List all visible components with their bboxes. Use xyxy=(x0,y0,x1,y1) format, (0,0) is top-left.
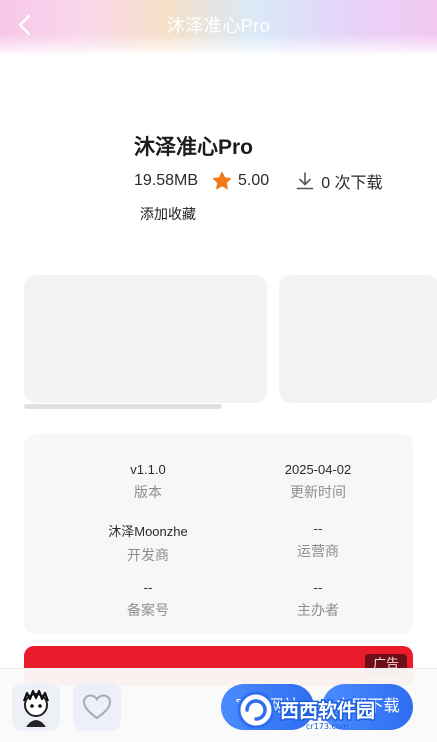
sponsor-value: -- xyxy=(313,580,323,595)
filing-cell: -- 备案号 xyxy=(68,580,228,620)
operator-cell: -- 运营商 xyxy=(238,521,398,561)
developer-value: 沐泽Moonzhe xyxy=(108,524,188,539)
app-thumbnail-icon xyxy=(22,689,50,727)
updated-label: 更新时间 xyxy=(290,484,346,500)
official-website-button[interactable]: 官方网站 xyxy=(221,684,314,730)
page-title: 沐泽准心Pro xyxy=(166,16,271,36)
version-label: 版本 xyxy=(134,484,162,500)
add-favorite-link[interactable]: 添加收藏 xyxy=(140,204,196,224)
bottom-action-bar: 官方网站 立即下载 xyxy=(0,668,437,742)
favorite-button[interactable] xyxy=(73,683,121,731)
app-info-card: v1.1.0 版本 2025-04-02 更新时间 沐泽Moonzhe 开发商 … xyxy=(24,434,413,634)
top-header: 沐泽准心Pro xyxy=(0,0,437,54)
screenshot-scrollbar[interactable] xyxy=(24,404,222,409)
screenshot-2[interactable] xyxy=(279,275,437,403)
filing-label: 备案号 xyxy=(127,602,169,618)
star-icon xyxy=(212,171,232,190)
updated-value: 2025-04-02 xyxy=(284,462,352,477)
operator-value: -- xyxy=(313,521,323,536)
version-value: v1.1.0 xyxy=(130,462,166,477)
app-detail-page: 沐泽准心Pro 沐泽准心Pro 19.58MB 5.00 0 次下载 添加收藏 … xyxy=(0,0,437,742)
sponsor-cell: -- 主办者 xyxy=(238,580,398,620)
app-meta-row: 19.58MB 5.00 0 次下载 xyxy=(134,170,383,192)
screenshot-1[interactable] xyxy=(24,275,267,403)
version-cell: v1.1.0 版本 xyxy=(68,462,228,502)
download-button[interactable]: 立即下载 xyxy=(322,684,413,730)
app-name: 沐泽准心Pro xyxy=(134,136,254,159)
operator-label: 运营商 xyxy=(297,543,339,559)
app-thumbnail-button[interactable] xyxy=(12,683,60,731)
filing-value: -- xyxy=(143,580,153,595)
sponsor-label: 主办者 xyxy=(297,602,339,618)
download-count: 0 次下载 xyxy=(321,175,383,192)
updated-cell: 2025-04-02 更新时间 xyxy=(238,462,398,502)
developer-label: 开发商 xyxy=(127,547,169,563)
app-size: 19.58MB xyxy=(134,172,199,189)
heart-icon xyxy=(82,694,112,720)
developer-cell: 沐泽Moonzhe 开发商 xyxy=(68,521,228,565)
download-icon xyxy=(296,172,314,190)
app-rating: 5.00 xyxy=(238,172,270,189)
